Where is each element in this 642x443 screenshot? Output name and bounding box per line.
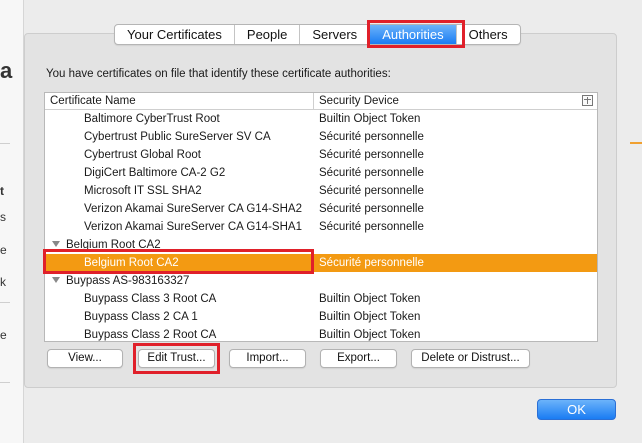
background-text: e <box>0 243 7 257</box>
cell-certificate-name: Verizon Akamai SureServer CA G14-SHA1 <box>84 221 302 233</box>
background-accent <box>630 142 642 144</box>
disclosure-triangle-icon[interactable] <box>52 241 60 247</box>
tab-people[interactable]: People <box>235 25 301 44</box>
table-group-row[interactable]: Belgium Root CA2 <box>45 236 597 254</box>
cell-security-device: Sécurité personnelle <box>319 149 424 161</box>
table-row-selected[interactable]: Belgium Root CA2 Sécurité personnelle <box>45 254 597 272</box>
table-body: Baltimore CyberTrust Root Builtin Object… <box>45 110 597 341</box>
cell-security-device: Sécurité personnelle <box>319 203 424 215</box>
table-row[interactable]: Cybertrust Public SureServer SV CA Sécur… <box>45 128 597 146</box>
background-divider <box>0 302 10 303</box>
background-divider <box>0 382 10 383</box>
cell-security-device: Sécurité personnelle <box>319 185 424 197</box>
column-header-security-device[interactable]: Security Device <box>314 93 597 109</box>
table-row[interactable]: Buypass Class 3 Root CA Builtin Object T… <box>45 290 597 308</box>
authorities-table[interactable]: Certificate Name Security Device Baltimo… <box>44 92 598 342</box>
cell-security-device: Sécurité personnelle <box>319 221 424 233</box>
view-button[interactable]: View... <box>47 349 123 368</box>
tab-servers[interactable]: Servers <box>300 25 371 44</box>
cell-security-device: Sécurité personnelle <box>319 257 424 269</box>
table-row[interactable]: Microsoft IT SSL SHA2 Sécurité personnel… <box>45 182 597 200</box>
table-row[interactable]: Verizon Akamai SureServer CA G14-SHA2 Sé… <box>45 200 597 218</box>
cell-security-device: Sécurité personnelle <box>319 131 424 143</box>
background-text: e <box>0 328 7 342</box>
table-row[interactable]: Verizon Akamai SureServer CA G14-SHA1 Sé… <box>45 218 597 236</box>
export-button[interactable]: Export... <box>320 349 397 368</box>
background-text: a <box>0 58 13 83</box>
group-name: Belgium Root CA2 <box>66 239 161 251</box>
ok-button[interactable]: OK <box>537 399 616 420</box>
table-row[interactable]: Baltimore CyberTrust Root Builtin Object… <box>45 110 597 128</box>
edit-trust-button[interactable]: Edit Trust... <box>138 349 215 368</box>
background-divider <box>0 143 10 144</box>
cell-certificate-name: Belgium Root CA2 <box>84 257 179 269</box>
cell-certificate-name: Buypass Class 2 CA 1 <box>84 311 198 323</box>
cell-security-device: Builtin Object Token <box>319 293 421 305</box>
tab-authorities[interactable]: Authorities <box>370 25 457 44</box>
disclosure-triangle-icon[interactable] <box>52 277 60 283</box>
cell-certificate-name: Microsoft IT SSL SHA2 <box>84 185 202 197</box>
background-text: s <box>0 210 6 224</box>
cell-certificate-name: Verizon Akamai SureServer CA G14-SHA2 <box>84 203 302 215</box>
background-text: t <box>0 184 4 198</box>
cell-certificate-name: Buypass Class 3 Root CA <box>84 293 217 305</box>
table-row[interactable]: Buypass Class 2 CA 1 Builtin Object Toke… <box>45 308 597 326</box>
cell-certificate-name: Cybertrust Public SureServer SV CA <box>84 131 271 143</box>
column-picker-icon[interactable] <box>582 95 593 106</box>
column-header-certificate-name[interactable]: Certificate Name <box>45 93 314 109</box>
cell-security-device: Builtin Object Token <box>319 113 421 125</box>
cell-certificate-name: Cybertrust Global Root <box>84 149 201 161</box>
cell-security-device: Builtin Object Token <box>319 311 421 323</box>
tab-others[interactable]: Others <box>457 25 520 44</box>
authorities-description: You have certificates on file that ident… <box>46 68 391 80</box>
background-window: a t s e k e <box>0 0 24 443</box>
tab-bar: Your Certificates People Servers Authori… <box>114 24 521 45</box>
group-name: Buypass AS-983163327 <box>66 275 190 287</box>
delete-or-distrust-button[interactable]: Delete or Distrust... <box>411 349 530 368</box>
cell-security-device: Sécurité personnelle <box>319 167 424 179</box>
cell-certificate-name: DigiCert Baltimore CA-2 G2 <box>84 167 226 179</box>
background-text: k <box>0 275 6 289</box>
import-button[interactable]: Import... <box>229 349 306 368</box>
cell-certificate-name: Buypass Class 2 Root CA <box>84 329 217 341</box>
table-row[interactable]: Cybertrust Global Root Sécurité personne… <box>45 146 597 164</box>
tab-your-certificates[interactable]: Your Certificates <box>115 25 235 44</box>
cell-security-device: Builtin Object Token <box>319 329 421 341</box>
table-group-row[interactable]: Buypass AS-983163327 <box>45 272 597 290</box>
table-row[interactable]: DigiCert Baltimore CA-2 G2 Sécurité pers… <box>45 164 597 182</box>
cell-certificate-name: Baltimore CyberTrust Root <box>84 113 220 125</box>
table-header: Certificate Name Security Device <box>45 93 597 110</box>
table-row[interactable]: Buypass Class 2 Root CA Builtin Object T… <box>45 326 597 341</box>
